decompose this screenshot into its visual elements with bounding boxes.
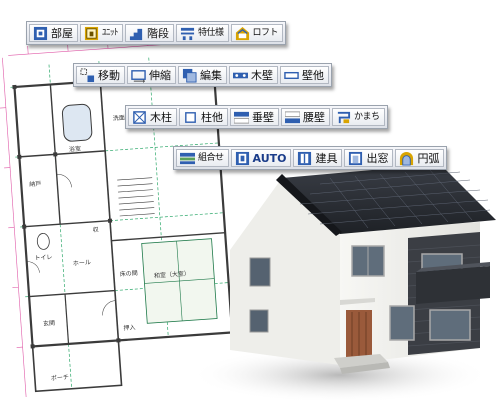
edit-button[interactable]: 編集: [178, 66, 227, 84]
wood-column-icon: [133, 110, 146, 124]
bay-window-button[interactable]: 出窓: [344, 149, 394, 167]
arc-label: 円弧: [417, 151, 440, 165]
wood-wall-button[interactable]: 木壁: [229, 66, 278, 84]
bay-window-icon: [349, 151, 363, 165]
special-spec-label: 特仕様: [198, 27, 224, 38]
column-other-icon: [185, 111, 196, 123]
hanging-wall-icon: [234, 111, 249, 124]
move-button[interactable]: 移動: [76, 66, 125, 84]
auto-icon: [235, 151, 249, 165]
special-spec-icon: [180, 27, 195, 40]
room-icon: [33, 26, 48, 40]
plan-label-hall: ホール: [73, 259, 91, 267]
wall-other-label: 壁他: [302, 68, 324, 82]
wall-other-button[interactable]: 壁他: [280, 66, 329, 84]
column-other-label: 柱他: [201, 110, 223, 124]
plan-label-bath: 浴室: [69, 145, 82, 154]
toolbar-edit-tools: 移動 伸縮 編集 木壁 壁他: [73, 63, 332, 87]
auto-button[interactable]: AUTO: [230, 149, 292, 167]
edit-icon: [182, 68, 197, 83]
plan-label-toilet: トイレ: [34, 254, 52, 262]
toolbar-room-tools: 部屋 ﾕﾆｯﾄ 階段 特仕様 ロフト: [26, 21, 287, 45]
combine-icon: [180, 152, 195, 164]
room-button[interactable]: 部屋: [29, 24, 78, 42]
column-other-button[interactable]: 柱他: [179, 108, 228, 126]
kamachi-icon: [337, 111, 351, 123]
stairs-button[interactable]: 階段: [125, 24, 175, 42]
kamachi-button[interactable]: かまち: [332, 108, 385, 126]
unit-icon: [84, 26, 99, 40]
move-icon: [80, 67, 95, 82]
wall-other-icon: [284, 71, 299, 79]
plan-label-entrance: 玄関: [43, 319, 56, 328]
arc-button[interactable]: 円弧: [395, 149, 445, 167]
wood-wall-icon: [233, 72, 248, 78]
stairs-label: 階段: [147, 26, 170, 40]
stretch-button[interactable]: 伸縮: [127, 66, 176, 84]
wood-column-label: 木柱: [150, 110, 172, 124]
plan-label-porch: ポーチ: [51, 373, 70, 382]
house-3d-render: [190, 164, 496, 400]
plan-label-oshiire: 押入: [123, 323, 136, 332]
toolbar-fixture-tools: 組合せ AUTO 建具 出窓 円弧: [173, 146, 448, 170]
move-label: 移動: [98, 68, 120, 82]
arc-icon: [400, 151, 414, 166]
fixtures-icon: [298, 151, 312, 165]
wood-wall-label: 木壁: [251, 68, 273, 82]
edit-label: 編集: [200, 68, 222, 82]
fixtures-label: 建具: [315, 151, 338, 165]
plan-label-tokonoma: 床の間: [119, 269, 138, 278]
plan-label-closet: 収: [92, 227, 98, 234]
hanging-wall-label: 垂壁: [252, 110, 274, 124]
hanging-wall-button[interactable]: 垂壁: [230, 108, 279, 126]
wood-column-button[interactable]: 木柱: [128, 108, 177, 126]
unit-button[interactable]: ﾕﾆｯﾄ: [80, 24, 124, 42]
unit-label: ﾕﾆｯﾄ: [102, 27, 119, 38]
auto-label: AUTO: [252, 151, 287, 165]
waist-wall-icon: [285, 110, 300, 123]
loft-button[interactable]: ロフト: [230, 24, 284, 42]
loft-label: ロフト: [252, 27, 279, 38]
bay-window-label: 出窓: [366, 151, 389, 165]
waist-wall-label: 腰壁: [303, 110, 325, 124]
combine-label: 組合せ: [198, 152, 224, 163]
software-screenshot: 浴室 洗面・脱衣 納戸 トイレ ホール 収 玄関 ポーチ 床の間 押入 和室（大…: [0, 0, 500, 400]
waist-wall-button[interactable]: 腰壁: [281, 108, 330, 126]
kamachi-label: かまち: [354, 111, 380, 122]
combine-button[interactable]: 組合せ: [176, 149, 229, 167]
toolbar-column-tools: 木柱 柱他 垂壁 腰壁 かまち: [125, 105, 388, 129]
special-spec-button[interactable]: 特仕様: [176, 24, 229, 42]
room-label: 部屋: [51, 26, 73, 40]
fixtures-button[interactable]: 建具: [293, 149, 343, 167]
plan-label-storage: 納戸: [29, 179, 42, 188]
stairs-icon: [129, 28, 143, 40]
stretch-label: 伸縮: [149, 68, 171, 82]
stretch-icon: [131, 69, 146, 83]
loft-icon: [235, 26, 249, 40]
